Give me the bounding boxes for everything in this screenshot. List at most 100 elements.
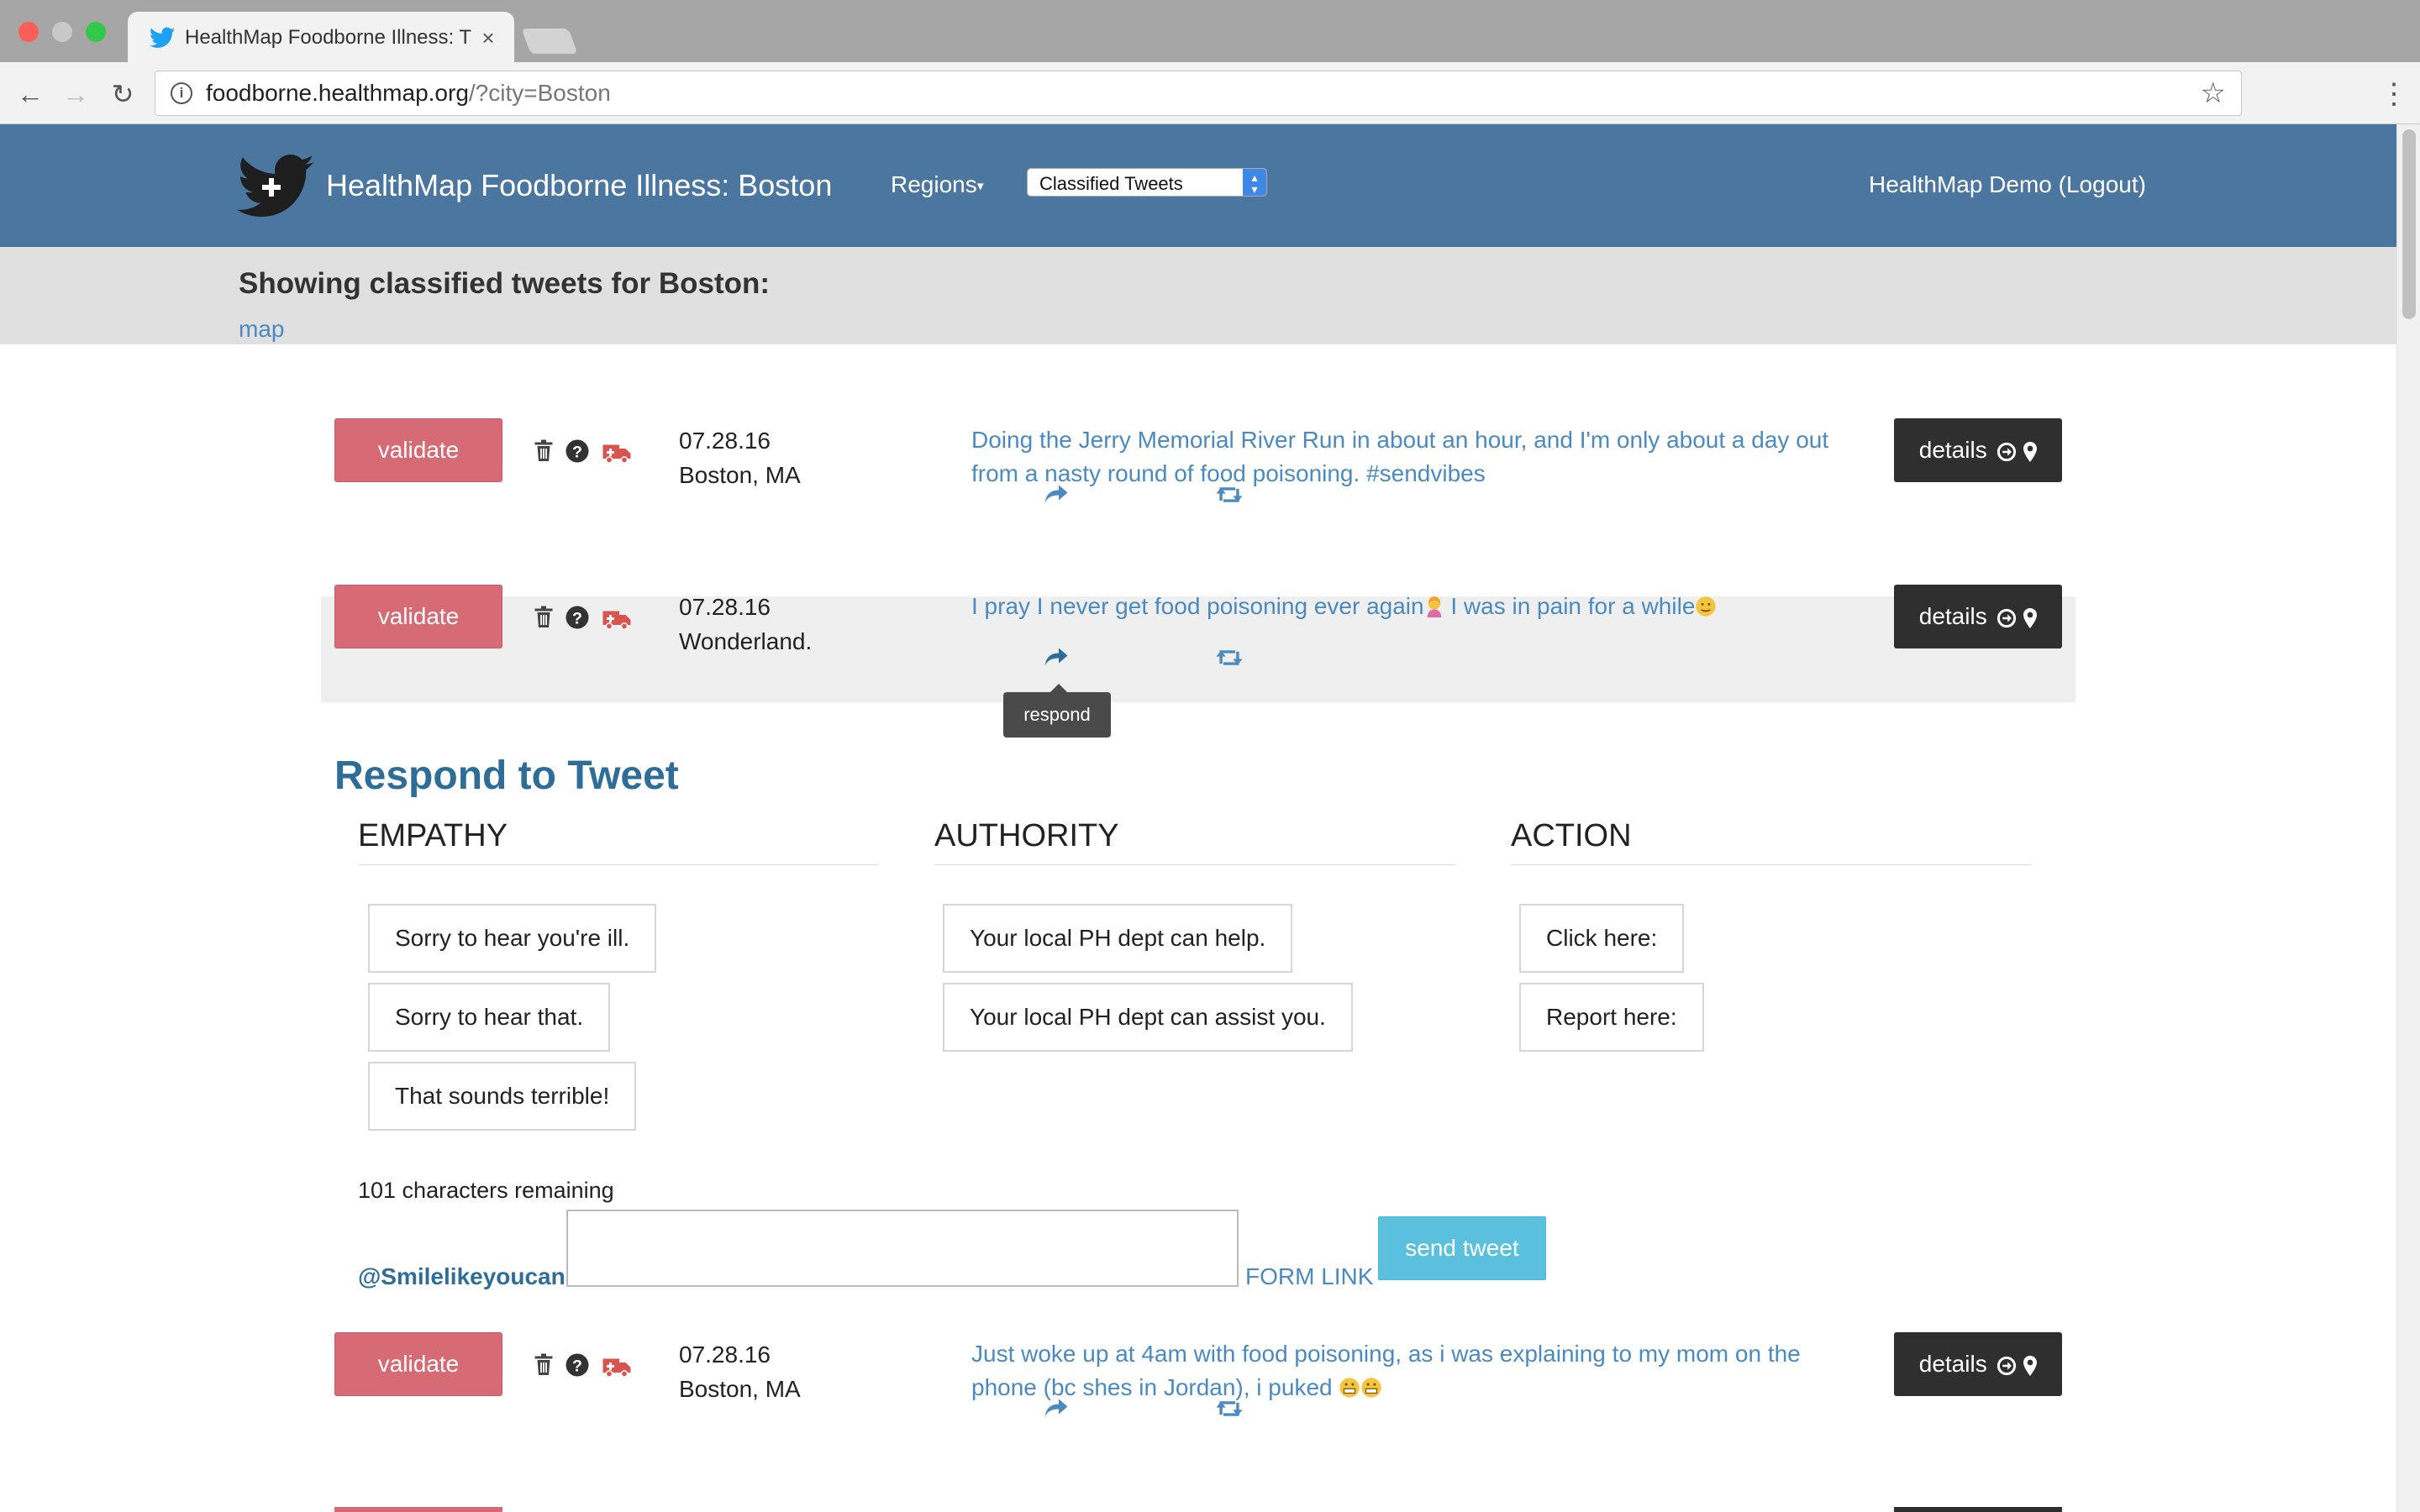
twitter-icon: [150, 27, 175, 48]
brand-title: HealthMap Foodborne Illness: Boston: [326, 168, 833, 202]
face-emoji-icon: [1696, 596, 1717, 617]
regions-dropdown[interactable]: Regions▾: [891, 171, 984, 198]
reply-icon[interactable]: [1044, 1398, 1069, 1418]
tab-title: HealthMap Foodborne Illness: T: [185, 26, 472, 49]
reply-icon[interactable]: [1044, 647, 1069, 667]
info-icon[interactable]: i: [171, 82, 192, 104]
send-tweet-button[interactable]: send tweet: [1378, 1216, 1546, 1280]
new-tab-button[interactable]: [521, 29, 578, 54]
tweet-text[interactable]: Doing the Jerry Memorial River Run in ab…: [971, 423, 1879, 491]
tweet-location: Boston, MA: [679, 462, 801, 488]
scrollbar-thumb[interactable]: [2402, 129, 2416, 319]
forward-arrow-icon[interactable]: →: [59, 77, 92, 111]
page-viewport: HealthMap Foodborne Illness: Boston Regi…: [0, 124, 2396, 1512]
tweet-text[interactable]: I pray I never get food poisoning ever a…: [971, 590, 1896, 623]
respond-tooltip: respond: [1003, 684, 1111, 738]
grimace-emoji-icon: [1339, 1378, 1360, 1398]
validate-button[interactable]: validate: [334, 418, 502, 482]
empathy-option[interactable]: Sorry to hear that.: [368, 983, 611, 1052]
tweet-date: 07.28.16: [679, 1341, 771, 1368]
action-heading: ACTION: [1511, 818, 2032, 865]
trash-icon[interactable]: [531, 438, 556, 464]
select-arrows-icon: ▴ ▾: [1243, 169, 1266, 196]
respond-title: Respond to Tweet: [334, 753, 679, 798]
grimace-emoji-icon: [1361, 1378, 1382, 1398]
view-select[interactable]: Classified Tweets ▴ ▾: [1027, 168, 1267, 197]
trash-icon[interactable]: [531, 1352, 556, 1378]
svg-text:?: ?: [572, 444, 582, 462]
tweet-row: validate ? 07.28.16 Boston, MA Just woke…: [321, 1315, 2075, 1421]
reply-textarea[interactable]: [566, 1210, 1239, 1287]
map-marker-icon: [2023, 1355, 2038, 1376]
arrow-circle-right-icon: [1997, 608, 2017, 627]
validate-button-partial[interactable]: [334, 1507, 502, 1512]
tweet-text-part: I pray I never get food poisoning ever a…: [971, 593, 1424, 619]
ambulance-icon[interactable]: [602, 438, 632, 464]
caret-down-icon: ▾: [976, 179, 984, 194]
details-button[interactable]: details: [1894, 1332, 2062, 1396]
details-label: details: [1918, 603, 1987, 629]
map-marker-icon: [2023, 441, 2038, 462]
details-button[interactable]: details: [1894, 585, 2062, 648]
back-arrow-icon[interactable]: ←: [13, 77, 47, 111]
close-window-button[interactable]: [18, 22, 39, 42]
empathy-heading: EMPATHY: [358, 818, 879, 865]
details-label: details: [1918, 437, 1987, 463]
validate-button[interactable]: validate: [334, 585, 502, 648]
page-scrollbar[interactable]: [2396, 124, 2420, 1512]
trash-icon[interactable]: [531, 605, 556, 630]
question-icon[interactable]: ?: [565, 438, 590, 464]
minimize-window-button[interactable]: [52, 22, 72, 42]
retweet-icon[interactable]: [1215, 1398, 1244, 1420]
retweet-icon[interactable]: [1215, 484, 1244, 506]
authority-option[interactable]: Your local PH dept can assist you.: [943, 983, 1353, 1052]
tweet-location: Wonderland.: [679, 628, 813, 654]
logout-link[interactable]: HealthMap Demo (Logout): [1869, 171, 2146, 198]
tweet-text-line: Just woke up at 4am with food poisoning,…: [971, 1341, 1801, 1367]
reply-icon[interactable]: [1044, 484, 1069, 504]
twitter-plus-logo-icon: [237, 155, 314, 217]
action-option[interactable]: Report here:: [1519, 983, 1704, 1052]
browser-tab-active[interactable]: HealthMap Foodborne Illness: T ×: [128, 12, 514, 64]
retweet-icon[interactable]: [1215, 647, 1244, 669]
map-link[interactable]: map: [239, 316, 284, 343]
tweet-text[interactable]: Just woke up at 4am with food poisoning,…: [971, 1337, 1879, 1404]
view-select-value: Classified Tweets: [1039, 173, 1183, 194]
svg-text:?: ?: [572, 1357, 582, 1376]
tweet-row-selected: validate ? 07.28.16 Wonderland. I pray I…: [321, 585, 2075, 702]
regions-label: Regions: [891, 171, 977, 197]
tweet-text-line: phone (bc shes in Jordan), i puked: [971, 1374, 1339, 1400]
ambulance-icon[interactable]: [602, 1352, 632, 1378]
reload-icon[interactable]: ↻: [106, 77, 139, 111]
zoom-window-button[interactable]: [86, 22, 106, 42]
ambulance-icon[interactable]: [602, 605, 632, 630]
question-icon[interactable]: ?: [565, 1352, 590, 1378]
woman-emoji-icon: [1427, 596, 1441, 617]
empathy-option[interactable]: Sorry to hear you're ill.: [368, 904, 657, 973]
site-navbar: HealthMap Foodborne Illness: Boston Regi…: [0, 124, 2396, 247]
brand-link[interactable]: HealthMap Foodborne Illness: Boston: [237, 155, 832, 217]
empathy-option[interactable]: That sounds terrible!: [368, 1062, 637, 1131]
star-icon[interactable]: ☆: [2201, 76, 2226, 110]
details-button[interactable]: details: [1894, 418, 2062, 482]
tweet-text-part: I was in pain for a while: [1444, 593, 1696, 619]
tweet-meta: 07.28.16 Wonderland.: [679, 590, 812, 659]
question-icon[interactable]: ?: [565, 605, 590, 630]
tab-close-icon[interactable]: ×: [476, 25, 501, 51]
tweet-date: 07.28.16: [679, 594, 771, 620]
form-link[interactable]: FORM LINK: [1245, 1263, 1373, 1290]
authority-heading: AUTHORITY: [934, 818, 1455, 865]
page-subheader: Showing classified tweets for Boston: ma…: [0, 247, 2396, 344]
action-option[interactable]: Click here:: [1519, 904, 1685, 973]
tweet-row: validate ? 07.28.16 Boston, MA Doing the…: [321, 402, 2075, 507]
authority-option[interactable]: Your local PH dept can help.: [943, 904, 1293, 973]
tweet-location: Boston, MA: [679, 1376, 801, 1402]
tweet-text-line: Doing the Jerry Memorial River Run in ab…: [971, 427, 1829, 453]
browser-menu-icon[interactable]: ⋮: [2380, 77, 2408, 111]
details-button-partial[interactable]: [1894, 1507, 2062, 1512]
svg-text:?: ?: [572, 610, 582, 628]
browser-toolbar: ← → ↻ i foodborne.healthmap.org/?city=Bo…: [0, 62, 2420, 124]
address-bar[interactable]: i foodborne.healthmap.org/?city=Boston ☆: [155, 71, 2242, 116]
characters-remaining: 101 characters remaining: [358, 1178, 614, 1203]
validate-button[interactable]: validate: [334, 1332, 502, 1396]
